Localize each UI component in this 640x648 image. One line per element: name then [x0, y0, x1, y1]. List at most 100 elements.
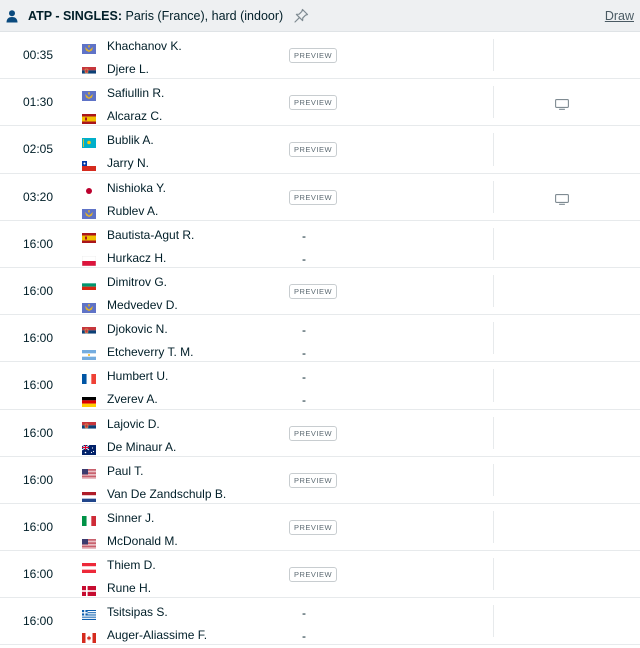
- match-row[interactable]: 16:00 Paul T. Van De Zandschulp B. PREVIEW: [0, 457, 640, 504]
- usa-flag-icon: [82, 536, 96, 549]
- away-player-name: Hurkacz H.: [107, 250, 167, 265]
- column-divider: [493, 227, 494, 260]
- match-time: 03:20: [22, 189, 54, 204]
- away-score: -: [302, 346, 306, 361]
- france-flag-icon: [82, 371, 96, 385]
- away-player-name: Alcaraz C.: [107, 109, 163, 124]
- match-row[interactable]: 00:35 Khachanov K. Djere L. PREVIEW: [0, 32, 640, 80]
- argentina-flag-icon: [82, 347, 96, 361]
- tv-icon[interactable]: [555, 97, 569, 111]
- preview-badge[interactable]: PREVIEW: [289, 283, 338, 299]
- home-score: -: [302, 606, 306, 621]
- away-score: -: [302, 629, 306, 644]
- neutral-flag-icon: [82, 300, 96, 313]
- usa-flag-icon: [82, 466, 96, 479]
- germany-flag-icon: [82, 394, 96, 408]
- away-player-name: Van De Zandschulp B.: [107, 486, 227, 501]
- match-row[interactable]: 03:20 Nishioka Y. Rublev A. PREVIEW: [0, 174, 640, 221]
- netherlands-flag-icon: [82, 489, 96, 502]
- pin-icon[interactable]: [292, 7, 310, 25]
- serbia-flag-icon: [82, 64, 96, 77]
- match-row[interactable]: 16:00 Humbert U. Zverev A. - -: [0, 362, 640, 410]
- match-time: 16:00: [22, 331, 54, 346]
- away-player-name: Zverev A.: [107, 392, 158, 407]
- match-time: 16:00: [22, 519, 54, 534]
- away-score: -: [302, 251, 306, 266]
- match-row[interactable]: 16:00 Sinner J. McDonald M. PREVIEW: [0, 504, 640, 552]
- match-list: 00:35 Khachanov K. Djere L. PREVIEW 01:30 Saf…: [0, 32, 640, 646]
- draw-link[interactable]: Draw: [605, 9, 634, 23]
- preview-badge[interactable]: PREVIEW: [289, 472, 338, 488]
- column-divider: [493, 510, 494, 544]
- preview-badge[interactable]: PREVIEW: [289, 142, 338, 158]
- away-player-name: Djere L.: [107, 62, 150, 76]
- away-player-name: Rune H.: [107, 581, 152, 596]
- denmark-flag-icon: [82, 583, 96, 597]
- column-divider: [493, 133, 494, 166]
- match-row[interactable]: 16:00 Dimitrov G. Medvedev D. PREVIEW: [0, 268, 640, 316]
- column-divider: [493, 463, 494, 496]
- person-icon: [6, 10, 18, 23]
- kazakhstan-flag-icon: [82, 135, 96, 149]
- match-time: 16:00: [22, 378, 54, 393]
- preview-badge[interactable]: PREVIEW: [289, 425, 338, 441]
- home-player-name: Nishioka Y.: [107, 180, 166, 195]
- austria-flag-icon: [82, 560, 96, 574]
- italy-flag-icon: [82, 513, 96, 526]
- category-label: ATP - SINGLES:: [28, 9, 122, 23]
- match-row[interactable]: 16:00 Djokovic N. Etcheverry T. M. - -: [0, 315, 640, 363]
- column-divider: [493, 322, 494, 355]
- serbia-flag-icon: [82, 419, 96, 432]
- spain-flag-icon: [82, 230, 96, 243]
- neutral-flag-icon: [82, 41, 96, 54]
- home-player-name: Djokovic N.: [107, 322, 168, 337]
- home-player-name: Khachanov K.: [107, 39, 182, 53]
- serbia-flag-icon: [82, 324, 96, 338]
- home-player-name: Thiem D.: [107, 558, 156, 573]
- preview-badge[interactable]: PREVIEW: [289, 567, 338, 583]
- match-time: 16:00: [22, 614, 54, 629]
- away-player-name: McDonald M.: [107, 533, 178, 548]
- preview-badge[interactable]: PREVIEW: [289, 95, 338, 111]
- match-row[interactable]: 01:30 Safiullin R. Alcaraz C. PREVIEW: [0, 79, 640, 127]
- tv-icon[interactable]: [555, 192, 569, 205]
- bulgaria-flag-icon: [82, 277, 96, 290]
- match-row[interactable]: 16:00 Tsitsipas S. Auger-Aliassime F. - -: [0, 598, 640, 646]
- match-row[interactable]: 16:00 Bautista-Agut R. Hurkacz H. - -: [0, 221, 640, 268]
- match-time: 01:30: [22, 95, 54, 110]
- away-player-name: Jarry N.: [107, 156, 149, 171]
- home-score: -: [302, 370, 306, 385]
- match-row[interactable]: 16:00 Thiem D. Rune H. PREVIEW: [0, 551, 640, 599]
- spain-flag-icon: [82, 111, 96, 125]
- match-row[interactable]: 16:00 Lajovic D. De Minaur A. PREVIEW: [0, 410, 640, 457]
- match-row[interactable]: 02:05 Bublik A. Jarry N. PREVIEW: [0, 126, 640, 174]
- home-player-name: Bautista-Agut R.: [107, 227, 195, 242]
- preview-badge[interactable]: PREVIEW: [289, 519, 338, 535]
- away-player-name: Auger-Aliassime F.: [107, 628, 208, 643]
- column-divider: [493, 416, 494, 449]
- away-score: -: [302, 393, 306, 408]
- home-score: -: [302, 228, 306, 243]
- tournament-header: ATP - SINGLES: Paris (France), hard (ind…: [0, 0, 640, 32]
- home-player-name: Dimitrov G.: [107, 274, 167, 289]
- chile-flag-icon: [82, 158, 96, 172]
- away-player-name: De Minaur A.: [107, 439, 177, 454]
- column-divider: [493, 274, 494, 308]
- away-player-name: Medvedev D.: [107, 297, 178, 312]
- column-divider: [493, 39, 494, 72]
- column-divider: [493, 86, 494, 119]
- neutral-flag-icon: [82, 88, 96, 102]
- preview-badge[interactable]: PREVIEW: [289, 189, 338, 205]
- home-player-name: Lajovic D.: [107, 416, 160, 431]
- match-time: 02:05: [22, 142, 54, 157]
- column-divider: [493, 558, 494, 591]
- canada-flag-icon: [82, 630, 96, 644]
- home-player-name: Tsitsipas S.: [107, 605, 168, 620]
- match-time: 00:35: [22, 48, 54, 63]
- match-time: 16:00: [22, 425, 54, 440]
- match-time: 16:00: [22, 236, 54, 251]
- match-time: 16:00: [22, 472, 54, 487]
- tournament-name: Paris (France), hard (indoor): [125, 9, 284, 23]
- preview-badge[interactable]: PREVIEW: [289, 48, 338, 63]
- match-time: 16:00: [22, 567, 54, 582]
